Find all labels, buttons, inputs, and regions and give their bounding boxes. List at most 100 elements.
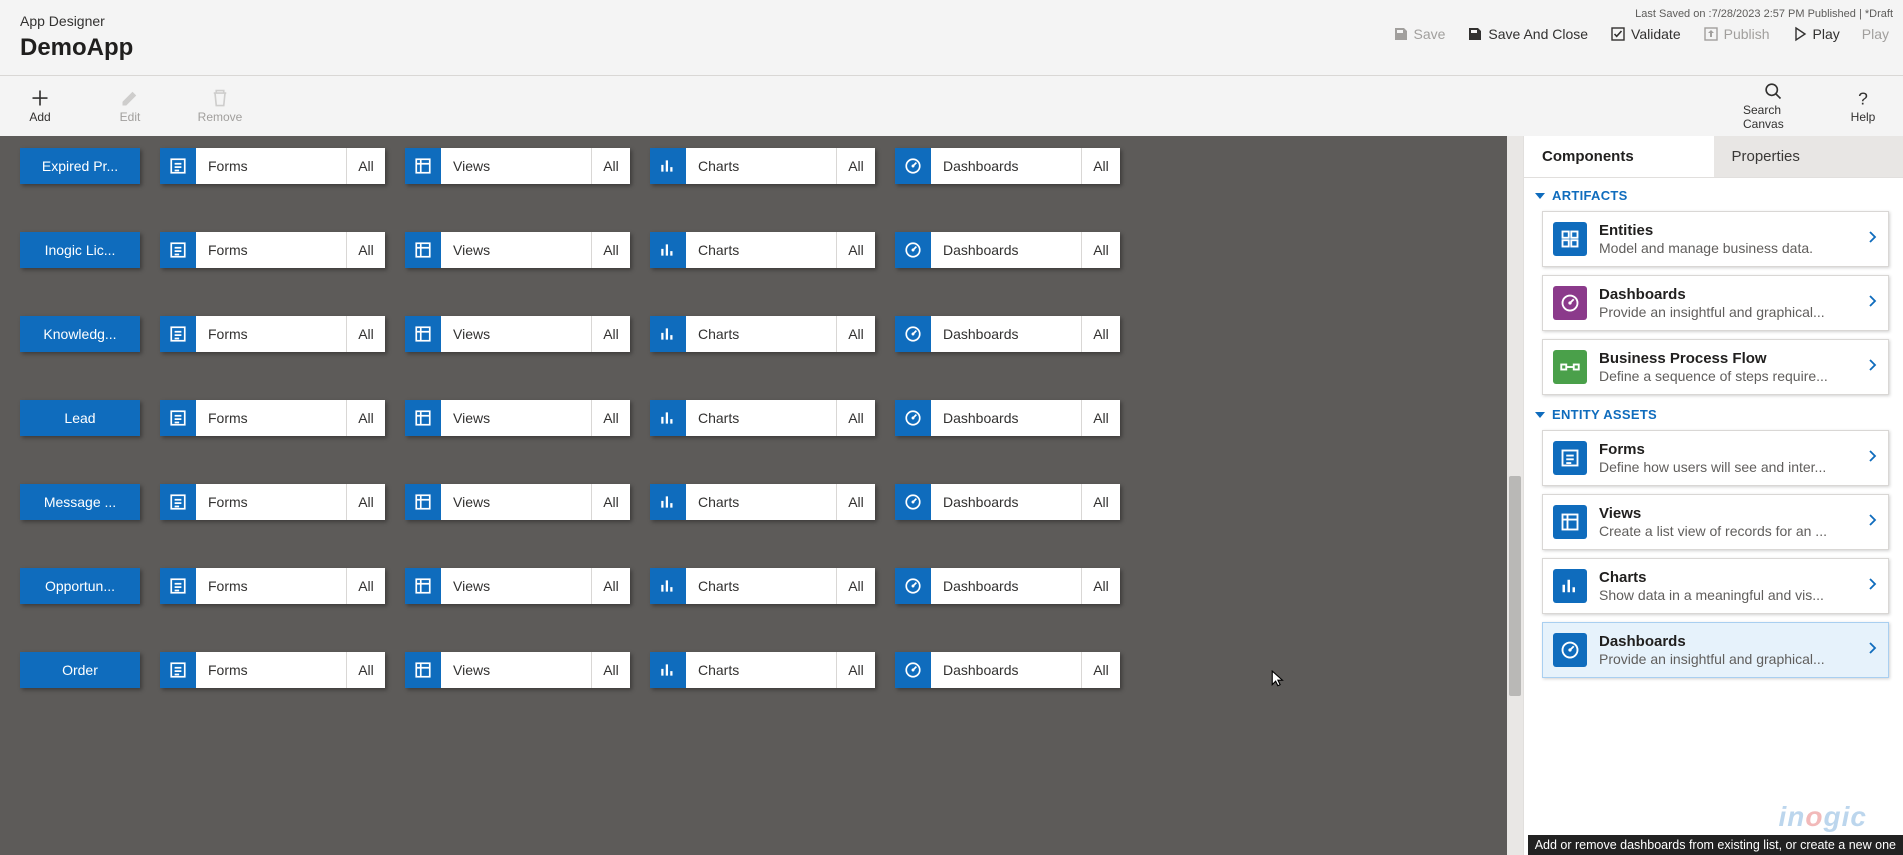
play-button[interactable]: Play (1788, 24, 1844, 44)
vertical-scrollbar[interactable] (1507, 136, 1523, 855)
tile-all: All (837, 232, 875, 268)
dashboards-icon (895, 316, 931, 352)
views-tile[interactable]: ViewsAll (405, 484, 630, 520)
forms-tile[interactable]: FormsAll (160, 148, 385, 184)
edit-button[interactable]: Edit (100, 88, 160, 124)
validate-button[interactable]: Validate (1606, 24, 1685, 44)
charts-icon (650, 148, 686, 184)
add-button[interactable]: Add (10, 88, 70, 124)
views-icon (405, 484, 441, 520)
tab-components[interactable]: Components (1524, 136, 1714, 177)
entity-tile[interactable]: Order (20, 652, 140, 688)
views-tile[interactable]: ViewsAll (405, 652, 630, 688)
tile-label: Views (441, 148, 592, 184)
remove-button[interactable]: Remove (190, 88, 250, 124)
forms-tile[interactable]: FormsAll (160, 652, 385, 688)
tile-label: Forms (196, 652, 347, 688)
forms-icon (160, 316, 196, 352)
entity-tile[interactable]: Knowledg... (20, 316, 140, 352)
tile-label: Forms (196, 568, 347, 604)
help-button[interactable]: Help (1833, 88, 1893, 124)
tooltip: Add or remove dashboards from existing l… (1528, 835, 1903, 855)
views-tile[interactable]: ViewsAll (405, 400, 630, 436)
card-bpf[interactable]: Business Process FlowDefine a sequence o… (1542, 339, 1889, 395)
charts-tile[interactable]: ChartsAll (650, 568, 875, 604)
tile-all: All (347, 316, 385, 352)
charts-icon (1553, 569, 1587, 603)
dashboards-tile[interactable]: DashboardsAll (895, 148, 1120, 184)
chevron-right-icon (1864, 640, 1880, 661)
entity-tile[interactable]: Lead (20, 400, 140, 436)
charts-tile[interactable]: ChartsAll (650, 400, 875, 436)
tile-all: All (347, 148, 385, 184)
tab-properties[interactable]: Properties (1714, 136, 1903, 177)
forms-tile[interactable]: FormsAll (160, 568, 385, 604)
card-views[interactable]: ViewsCreate a list view of records for a… (1542, 494, 1889, 550)
dashboards-tile[interactable]: DashboardsAll (895, 652, 1120, 688)
save-button[interactable]: Save (1389, 24, 1450, 44)
tile-label: Views (441, 232, 592, 268)
entity-row: Message ... FormsAll ViewsAll ChartsAll Dash… (20, 484, 1483, 520)
tile-label: Views (441, 652, 592, 688)
tile-all: All (592, 232, 630, 268)
views-tile[interactable]: ViewsAll (405, 568, 630, 604)
validate-icon (1610, 26, 1626, 42)
charts-tile[interactable]: ChartsAll (650, 652, 875, 688)
dashboards-tile[interactable]: DashboardsAll (895, 316, 1120, 352)
dashboards-tile[interactable]: DashboardsAll (895, 568, 1120, 604)
scrollbar-thumb[interactable] (1509, 476, 1521, 696)
tile-all: All (1082, 652, 1120, 688)
charts-tile[interactable]: ChartsAll (650, 232, 875, 268)
dashboards-tile[interactable]: DashboardsAll (895, 400, 1120, 436)
views-tile[interactable]: ViewsAll (405, 148, 630, 184)
entity-row: OrderFormsAllViewsAllChartsAllDashboards… (20, 652, 1483, 688)
search-canvas-button[interactable]: Search Canvas (1743, 81, 1803, 131)
forms-tile[interactable]: FormsAll (160, 232, 385, 268)
tile-label: Forms (196, 148, 347, 184)
charts-tile[interactable]: ChartsAll (650, 484, 875, 520)
tile-all: All (837, 484, 875, 520)
tile-label: Charts (686, 568, 837, 604)
forms-tile[interactable]: FormsAll (160, 484, 385, 520)
tile-label: Dashboards (931, 148, 1082, 184)
charts-icon (650, 652, 686, 688)
section-entity-assets[interactable]: ENTITY ASSETS (1534, 407, 1893, 422)
dashboards-icon (895, 568, 931, 604)
publish-button[interactable]: Publish (1699, 24, 1774, 44)
tile-label: Charts (686, 400, 837, 436)
chevron-right-icon (1864, 576, 1880, 597)
charts-tile[interactable]: ChartsAll (650, 148, 875, 184)
views-icon (405, 652, 441, 688)
play-icon (1792, 26, 1808, 42)
chevron-right-icon (1864, 293, 1880, 314)
tile-all: All (347, 484, 385, 520)
entity-tile[interactable]: Message ... (20, 484, 140, 520)
dashboards-tile[interactable]: DashboardsAll (895, 484, 1120, 520)
section-artifacts[interactable]: ARTIFACTS (1534, 188, 1893, 203)
charts-tile[interactable]: ChartsAll (650, 316, 875, 352)
dashboards-tile[interactable]: DashboardsAll (895, 232, 1120, 268)
forms-tile[interactable]: FormsAll (160, 316, 385, 352)
play-button-2[interactable]: Play (1858, 24, 1893, 44)
save-and-close-button[interactable]: Save And Close (1463, 24, 1592, 44)
card-dashboards-artifact[interactable]: DashboardsProvide an insightful and grap… (1542, 275, 1889, 331)
entity-tile[interactable]: Inogic Lic... (20, 232, 140, 268)
card-entities[interactable]: EntitiesModel and manage business data. (1542, 211, 1889, 267)
forms-icon (1553, 441, 1587, 475)
entity-tile[interactable]: Opportun... (20, 568, 140, 604)
tile-all: All (592, 316, 630, 352)
tile-label: Dashboards (931, 568, 1082, 604)
tile-all: All (1082, 316, 1120, 352)
tile-label: Charts (686, 652, 837, 688)
entities-icon (1553, 222, 1587, 256)
card-charts[interactable]: ChartsShow data in a meaningful and vis.… (1542, 558, 1889, 614)
charts-icon (650, 232, 686, 268)
card-dashboards-asset[interactable]: DashboardsProvide an insightful and grap… (1542, 622, 1889, 678)
tile-all: All (347, 652, 385, 688)
forms-tile[interactable]: FormsAll (160, 400, 385, 436)
entity-tile[interactable]: Expired Pr... (20, 148, 140, 184)
card-forms[interactable]: FormsDefine how users will see and inter… (1542, 430, 1889, 486)
entity-row: Expired Pr...FormsAllViewsAllChartsAllDa… (20, 148, 1483, 184)
views-tile[interactable]: ViewsAll (405, 316, 630, 352)
views-tile[interactable]: ViewsAll (405, 232, 630, 268)
